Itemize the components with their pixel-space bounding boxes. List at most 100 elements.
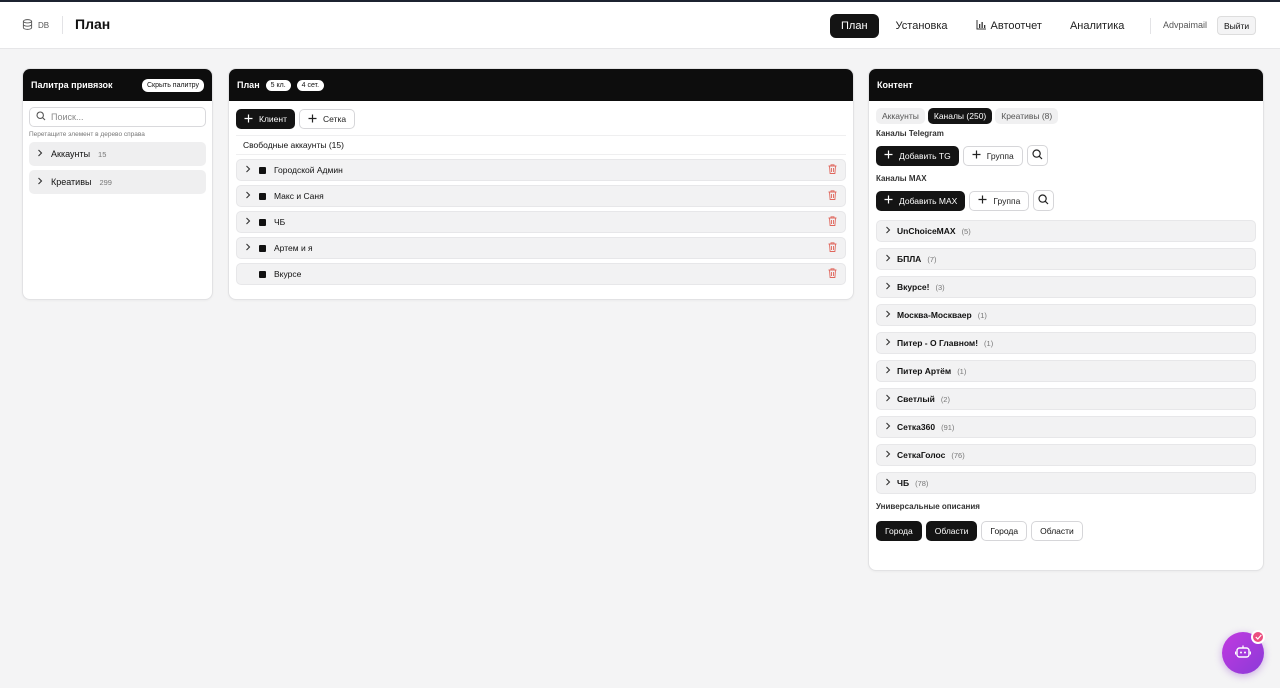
chevron-right-icon — [37, 149, 43, 159]
channel-group-count: (91) — [941, 422, 955, 432]
free-accounts-row[interactable]: Свободные аккаунты (15) — [236, 135, 846, 155]
max-section-title: Каналы MAX — [876, 174, 927, 183]
chevron-right-icon — [885, 478, 891, 488]
max-search-button[interactable] — [1033, 190, 1055, 211]
db-label: DB — [38, 21, 50, 30]
client-row[interactable]: Макс и Саня — [236, 185, 846, 207]
client-row[interactable]: Городской Админ — [236, 159, 846, 181]
channel-group-count: (76) — [951, 450, 965, 460]
palette-item-creatives[interactable]: Креативы 299 — [29, 170, 206, 194]
palette-item-count: 15 — [98, 149, 107, 159]
client-row[interactable]: Вкурсе — [236, 263, 846, 285]
telegram-toolbar: Добавить TG Группа — [876, 145, 1256, 166]
client-label: Вкурсе — [274, 269, 302, 279]
plan-header: План 5 кл. 4 сет. — [229, 69, 853, 101]
plus-icon — [884, 195, 893, 206]
channel-group-label: Вкурсе! — [897, 282, 930, 292]
nav-tab-analytics[interactable]: Аналитика — [1059, 14, 1135, 38]
content-title: Контент — [877, 80, 913, 90]
content-header: Контент — [869, 69, 1263, 101]
client-color-marker — [259, 192, 266, 200]
channel-group-row[interactable]: БПЛА (7) — [876, 248, 1256, 270]
nav-tab-autoreport[interactable]: Автоотчет — [965, 14, 1053, 38]
universal-chip[interactable]: Области — [1031, 521, 1083, 541]
search-icon — [1038, 194, 1049, 207]
trash-icon[interactable] — [828, 216, 837, 228]
channel-group-row[interactable]: UnChoiceMAX (5) — [876, 220, 1256, 242]
client-row[interactable]: ЧБ — [236, 211, 846, 233]
tab-creatives[interactable]: Креативы (8) — [995, 108, 1059, 124]
chevron-right-icon — [885, 394, 891, 404]
tab-accounts[interactable]: Аккаунты — [876, 108, 925, 124]
channel-group-count: (7) — [927, 254, 937, 264]
channel-group-label: СеткаГолос — [897, 450, 946, 460]
trash-icon[interactable] — [828, 164, 837, 176]
search-placeholder: Поиск... — [51, 112, 84, 122]
client-row[interactable]: Артем и я — [236, 237, 846, 259]
chevron-right-icon — [885, 254, 891, 264]
app-header: DB План План Установка Автоотчет Аналити… — [0, 2, 1280, 49]
add-max-button[interactable]: Добавить MAX — [876, 190, 966, 211]
nav-tab-install[interactable]: Установка — [885, 14, 959, 38]
header-divider — [1150, 18, 1151, 34]
channel-group-label: БПЛА — [897, 254, 922, 264]
add-client-button[interactable]: Клиент — [236, 109, 295, 129]
page-title: План — [75, 16, 111, 32]
channel-group-count: (1) — [977, 310, 987, 320]
channel-group-count: (2) — [940, 394, 950, 404]
robot-icon — [1234, 645, 1252, 661]
channel-group-row[interactable]: ЧБ (78) — [876, 472, 1256, 494]
chevron-right-icon — [885, 422, 891, 432]
user-email: Advpaimail — [1163, 20, 1208, 30]
nav-tab-plan[interactable]: План — [830, 14, 879, 38]
universal-chip[interactable]: Области — [925, 521, 978, 541]
channel-group-count: (5) — [961, 226, 971, 236]
chevron-right-icon — [885, 226, 891, 236]
chevron-right-icon[interactable] — [245, 165, 251, 175]
add-tg-button[interactable]: Добавить TG — [876, 145, 959, 166]
universal-chip[interactable]: Города — [876, 521, 922, 541]
trash-icon[interactable] — [828, 190, 837, 202]
nav-tab-label: Установка — [895, 20, 948, 32]
db-indicator[interactable]: DB — [22, 19, 49, 32]
channel-group-row[interactable]: Светлый (2) — [876, 388, 1256, 410]
hide-palette-button[interactable]: Скрыть палитру — [141, 78, 204, 92]
channel-group-row[interactable]: Вкурсе! (3) — [876, 276, 1256, 298]
plus-icon — [244, 114, 253, 125]
add-max-group-button[interactable]: Группа — [969, 190, 1030, 211]
trash-icon[interactable] — [828, 242, 837, 254]
nav-tab-label: Аналитика — [1069, 20, 1125, 32]
free-accounts-label: Свободные аккаунты (15) — [243, 140, 344, 150]
logout-button[interactable]: Выйти — [1217, 16, 1257, 35]
chevron-right-icon[interactable] — [245, 191, 251, 201]
universal-section-title: Универсальные описания — [876, 502, 980, 511]
palette-item-label: Аккаунты — [51, 149, 91, 159]
channel-group-count: (1) — [984, 338, 994, 348]
chevron-right-icon — [885, 338, 891, 348]
add-client-label: Клиент — [259, 114, 287, 124]
channel-group-row[interactable]: Сетка360 (91) — [876, 416, 1256, 438]
universal-chip[interactable]: Города — [981, 521, 1028, 541]
palette-search-input[interactable]: Поиск... — [29, 107, 206, 127]
add-network-button[interactable]: Сетка — [298, 109, 356, 129]
chevron-right-icon[interactable] — [245, 243, 251, 253]
chevron-right-icon[interactable] — [245, 217, 251, 227]
tab-channels[interactable]: Каналы (250) — [927, 108, 993, 124]
search-icon — [1032, 149, 1043, 162]
channel-group-row[interactable]: Москва-Москваер (1) — [876, 304, 1256, 326]
content-panel: Контент Аккаунты Каналы (250) Креативы (… — [868, 68, 1264, 571]
channel-group-row[interactable]: СеткаГолос (76) — [876, 444, 1256, 466]
palette-panel: Палитра привязок Скрыть палитру Поиск...… — [22, 68, 213, 300]
trash-icon[interactable] — [828, 268, 837, 280]
universal-chips: Города Области Города Области — [876, 521, 1256, 541]
channel-group-label: Питер - О Главном! — [897, 338, 979, 348]
palette-item-accounts[interactable]: Аккаунты 15 — [29, 142, 206, 166]
chevron-right-icon — [885, 310, 891, 320]
client-color-marker — [259, 218, 266, 226]
channel-group-row[interactable]: Питер - О Главном! (1) — [876, 332, 1256, 354]
tg-search-button[interactable] — [1026, 145, 1048, 166]
palette-item-label: Креативы — [51, 177, 92, 187]
channel-group-row[interactable]: Питер Артём (1) — [876, 360, 1256, 382]
nav-tab-label: Автоотчет — [990, 20, 1042, 32]
add-tg-group-button[interactable]: Группа — [962, 145, 1023, 166]
